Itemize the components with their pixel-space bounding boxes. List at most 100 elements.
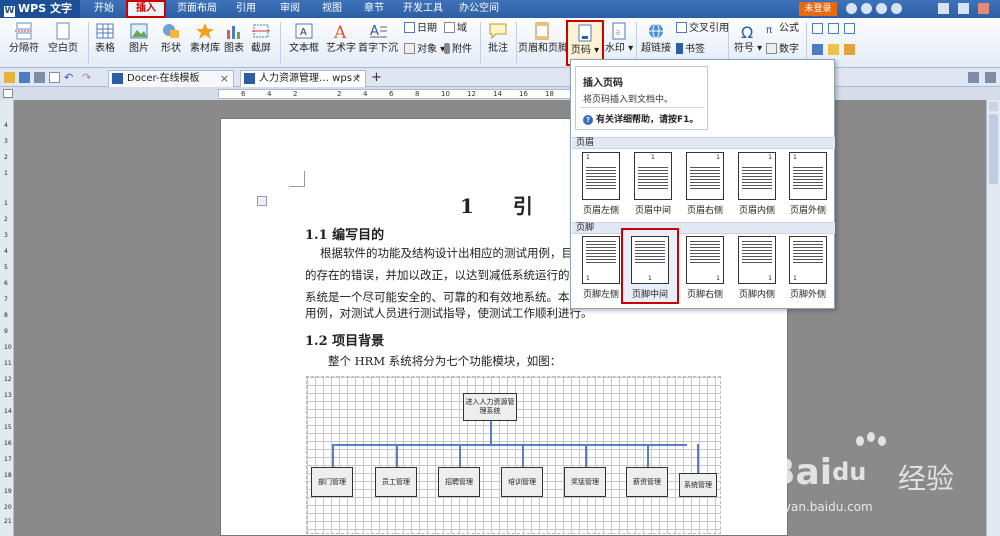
shape-icon — [161, 22, 181, 40]
form-textbox-icon[interactable] — [812, 23, 823, 34]
field-button[interactable]: 域 — [444, 21, 467, 37]
docer-icon — [112, 73, 123, 84]
blank-page-icon — [53, 22, 73, 40]
header-footer-button[interactable]: 页眉和页脚 — [518, 20, 568, 66]
bookmark-button[interactable]: 书签 — [676, 42, 705, 58]
close-all-icon[interactable] — [985, 72, 996, 83]
org-node-department[interactable]: 部门管理 — [311, 467, 353, 497]
page-thumb-icon: 1 — [738, 236, 776, 284]
preview-icon[interactable] — [49, 72, 60, 83]
open-folder-icon[interactable] — [4, 72, 15, 83]
chart-button[interactable]: 图表 — [222, 20, 246, 66]
close-tab-icon[interactable]: × — [220, 71, 229, 86]
org-node-recruit[interactable]: 招聘管理 — [438, 467, 480, 497]
attach-button[interactable]: 附件 — [444, 42, 472, 58]
form-dropdown-icon[interactable] — [844, 23, 855, 34]
scroll-up-icon[interactable] — [989, 102, 998, 111]
tab-insert[interactable]: 插入 — [126, 0, 166, 18]
undo-icon[interactable]: ↶ — [64, 72, 75, 83]
scroll-thumb[interactable] — [989, 114, 998, 184]
number-button[interactable]: 数字 — [766, 42, 799, 58]
date-button[interactable]: 日期 — [404, 21, 437, 37]
org-connector — [396, 444, 398, 468]
minimize-icon[interactable] — [938, 3, 949, 14]
login-button[interactable]: 未登录 — [799, 2, 837, 16]
org-node-reward[interactable]: 奖惩管理 — [564, 467, 606, 497]
eraser-icon[interactable] — [828, 44, 839, 55]
maximize-icon[interactable] — [958, 3, 969, 14]
tab-docer-templates[interactable]: Docer-在线模板 × — [108, 70, 234, 87]
header-inner-item[interactable]: 1 页眉内侧 — [731, 148, 783, 218]
tab-view[interactable]: 视图 — [314, 0, 350, 18]
org-node-salary[interactable]: 薪资管理 — [626, 467, 668, 497]
header-outer-item[interactable]: 1 页眉外侧 — [783, 148, 833, 218]
print-icon[interactable] — [34, 72, 45, 83]
close-icon[interactable] — [978, 3, 989, 14]
tab-list-icon[interactable] — [968, 72, 979, 83]
org-node-system[interactable]: 系统管理 — [679, 473, 717, 497]
new-tab-icon[interactable]: + — [371, 71, 382, 84]
tab-page-layout[interactable]: 页面布局 — [172, 0, 222, 18]
help-icon[interactable] — [876, 3, 887, 14]
tab-stop-icon[interactable] — [3, 89, 13, 98]
comment-button[interactable]: 批注 — [484, 20, 512, 66]
object-button[interactable]: 对象 ▾ — [404, 42, 445, 58]
org-root-box[interactable]: 进入人力资源管理系统 — [463, 393, 517, 421]
comment-icon — [488, 22, 508, 40]
footer-center-item[interactable]: 1 页脚中间 — [621, 228, 679, 304]
textbox-button[interactable]: A 文本框 — [284, 20, 324, 66]
footer-inner-item[interactable]: 1 页脚内侧 — [731, 232, 783, 302]
footer-left-item[interactable]: 1 页脚左侧 — [575, 232, 627, 302]
picture-icon — [129, 22, 149, 40]
insert-ribbon: 分隔符 空白页 表格 图片 形状 素材库 图表 截屏 A 文本框 A 艺术字 A 首字… — [0, 18, 1000, 68]
tab-reference[interactable]: 引用 — [228, 0, 264, 18]
app-menu-button[interactable]: WWPS 文字 ▾ — [0, 0, 80, 33]
formula-button[interactable]: π 公式 — [766, 21, 799, 37]
wps-logo-icon: W — [4, 6, 15, 17]
close-tab-icon[interactable]: × — [352, 71, 361, 86]
form-grid-icon[interactable] — [812, 44, 823, 55]
blank-page-button[interactable]: 空白页 — [46, 20, 80, 66]
page-thumb-icon: 1 — [789, 152, 827, 200]
shape-button[interactable]: 形状 — [156, 20, 186, 66]
crossref-button[interactable]: 交叉引用 — [676, 21, 729, 37]
header-center-item[interactable]: 1 页眉中间 — [627, 148, 679, 218]
paperclip-icon — [444, 43, 450, 54]
art-text-button[interactable]: A 艺术字 — [326, 20, 356, 66]
tooltip: 插入页码 将页码插入到文档中。 ? 有关详细帮助，请按F1。 — [575, 66, 708, 130]
screenshot-button[interactable]: 截屏 — [246, 20, 276, 66]
pin-icon[interactable] — [891, 3, 902, 14]
org-node-training[interactable]: 培训管理 — [501, 467, 543, 497]
save-icon[interactable] — [19, 72, 30, 83]
lock-icon[interactable] — [844, 44, 855, 55]
split-button[interactable]: 分隔符 — [4, 20, 44, 66]
page-thumb-icon: 1 — [738, 152, 776, 200]
update-icon[interactable] — [861, 3, 872, 14]
header-right-item[interactable]: 1 页眉右侧 — [679, 148, 731, 218]
vertical-ruler[interactable]: 4 3 2 1 1 2 3 4 5 6 7 8 9 10 11 12 13 14… — [0, 100, 14, 536]
dropcap-button[interactable]: A 首字下沉 — [358, 20, 398, 66]
paragraph-line: 根据软件的功能及结构设计出相应的测试用例，目 — [320, 246, 573, 260]
material-button[interactable]: 素材库 — [190, 20, 220, 66]
calendar-icon — [404, 22, 415, 33]
bookmark-icon — [676, 43, 683, 54]
table-icon — [95, 22, 115, 40]
header-left-item[interactable]: 1 页眉左侧 — [575, 148, 627, 218]
tab-home[interactable]: 开始 — [88, 0, 120, 18]
table-button[interactable]: 表格 — [92, 20, 118, 66]
form-checkbox-icon[interactable] — [828, 23, 839, 34]
footer-outer-item[interactable]: 1 页脚外侧 — [783, 232, 833, 302]
picture-button[interactable]: 图片 — [124, 20, 154, 66]
skin-icon[interactable] — [846, 3, 857, 14]
org-chart-diagram[interactable]: 进入人力资源管理系统 部门管理 员工管理 招聘管理 培训管理 奖惩管理 薪资管理… — [306, 376, 721, 534]
tab-office-space[interactable]: 办公空间 — [454, 0, 504, 18]
footer-right-item[interactable]: 1 页脚右侧 — [679, 232, 731, 302]
tab-chapter[interactable]: 章节 — [356, 0, 392, 18]
tab-hr-document[interactable]: 人力资源管理… wps * × — [240, 70, 366, 87]
redo-icon[interactable]: ↷ — [82, 72, 93, 83]
tab-review[interactable]: 审阅 — [272, 0, 308, 18]
tab-developer[interactable]: 开发工具 — [398, 0, 448, 18]
org-node-employee[interactable]: 员工管理 — [375, 467, 417, 497]
org-connector — [522, 444, 524, 468]
paragraph-marker-icon[interactable] — [257, 196, 267, 206]
